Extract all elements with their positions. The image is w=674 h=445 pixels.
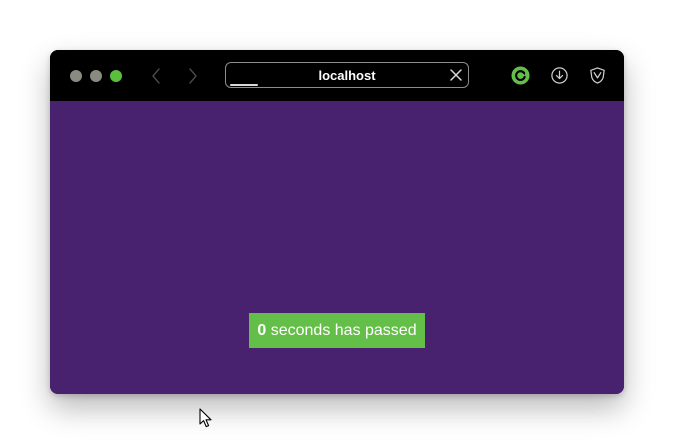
address-bar[interactable]: localhost: [225, 62, 469, 88]
toast-message: seconds has passed: [266, 322, 417, 339]
browser-toolbar: localhost: [50, 50, 624, 101]
download-icon[interactable]: [550, 66, 569, 85]
back-button[interactable]: [147, 66, 165, 86]
mouse-pointer-icon: [199, 408, 212, 428]
window-minimize-button[interactable]: [90, 70, 102, 82]
page-content: 0 seconds has passed: [50, 101, 624, 394]
close-icon[interactable]: [449, 68, 463, 82]
forward-button[interactable]: [184, 66, 202, 86]
window-close-button[interactable]: [70, 70, 82, 82]
page-load-progress: [230, 84, 258, 86]
shield-icon[interactable]: [588, 66, 607, 85]
chevron-left-icon: [152, 68, 160, 84]
window-maximize-button[interactable]: [110, 70, 122, 82]
browser-window: localhost 0 seconds has passed: [50, 50, 624, 394]
chevron-right-icon: [189, 68, 197, 84]
url-text[interactable]: localhost: [226, 68, 468, 84]
reload-icon[interactable]: [511, 66, 530, 85]
elapsed-time-toast: 0 seconds has passed: [249, 313, 425, 348]
elapsed-seconds-count: 0: [257, 322, 267, 339]
